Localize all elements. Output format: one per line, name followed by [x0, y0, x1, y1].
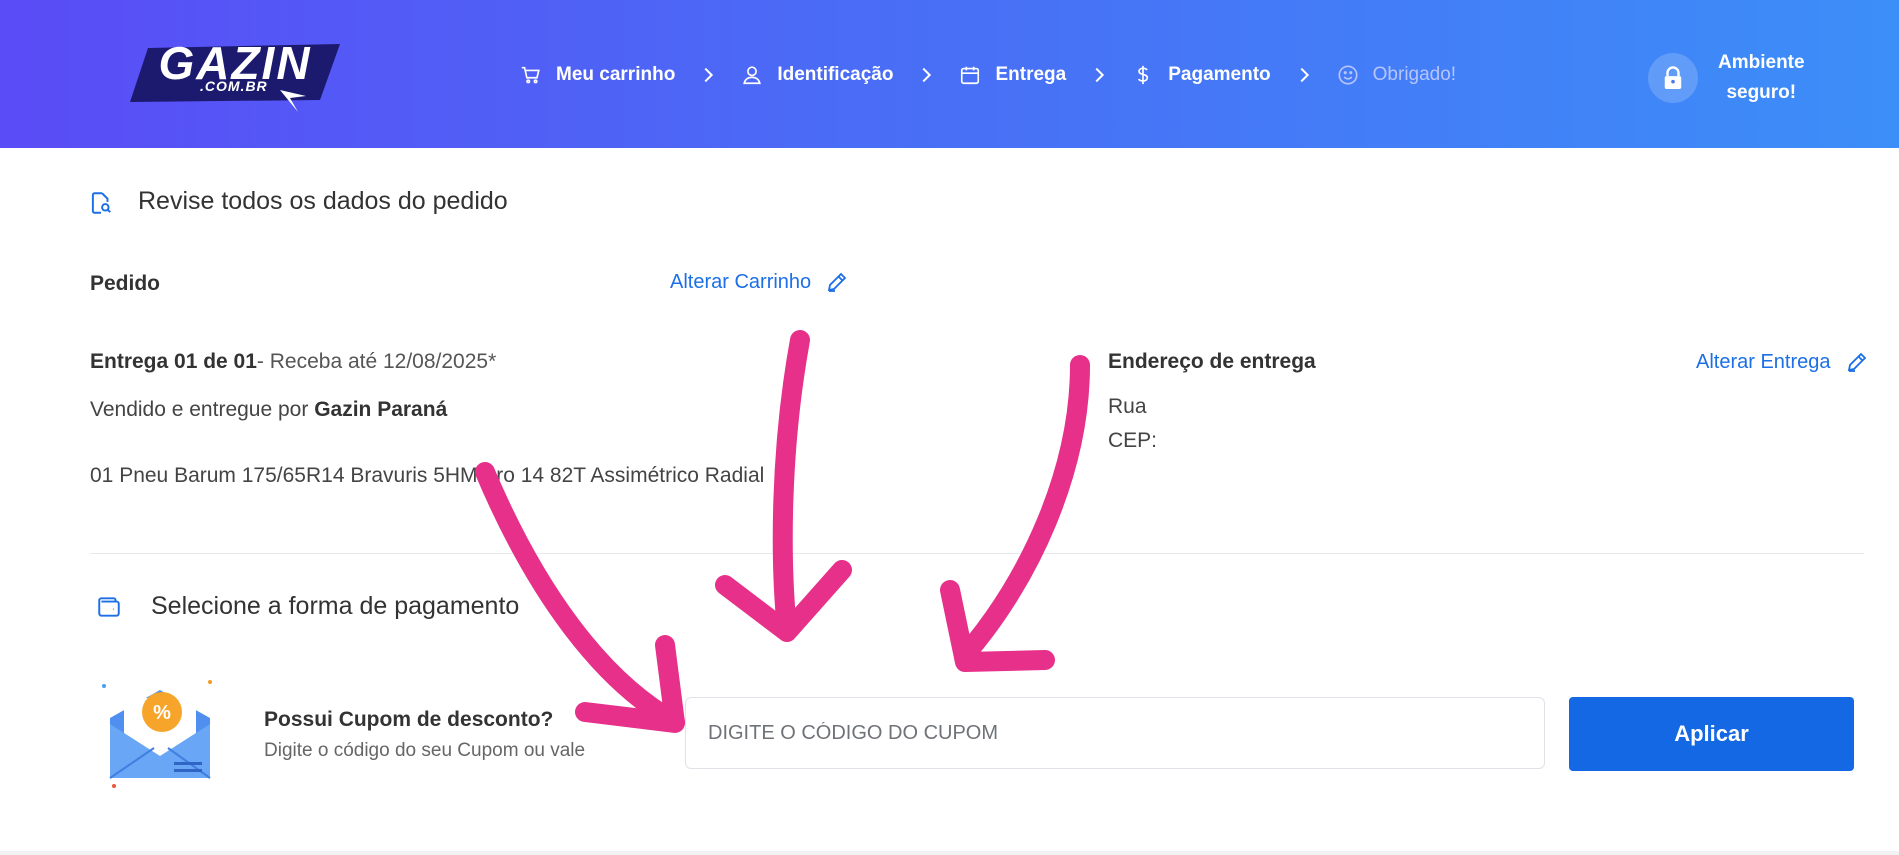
coupon-envelope-icon: % — [102, 680, 212, 788]
calendar-icon — [961, 66, 980, 85]
cart-icon — [521, 66, 540, 84]
logo-subtext: .COM.BR — [200, 78, 268, 94]
order-label: Pedido — [90, 272, 161, 295]
step-cart-label: Meu carrinho — [556, 64, 676, 85]
change-cart-label: Alterar Carrinho — [670, 270, 812, 293]
address-street: Rua — [1108, 395, 1147, 418]
step-delivery[interactable]: Entrega — [959, 64, 1066, 86]
secure-line-2: seguro! — [1726, 82, 1797, 103]
bottom-border — [0, 851, 1899, 855]
arrow-1 — [772, 330, 810, 640]
delivery-info: Entrega 01 de 01- Receba até 12/08/2025* — [90, 350, 496, 374]
arrow-2 — [955, 355, 1090, 665]
wallet-icon — [98, 597, 120, 617]
chevron-right-icon — [923, 67, 932, 83]
coupon-code-input[interactable] — [685, 697, 1545, 769]
chevron-right-icon — [704, 67, 714, 83]
chevron-right-icon — [1300, 67, 1309, 83]
coupon-title: Possui Cupom de desconto? — [264, 708, 554, 731]
delivery-label: Entrega 01 de 01 — [90, 350, 257, 373]
lock-badge — [1648, 53, 1698, 103]
address-label: Endereço de entrega — [1108, 350, 1316, 373]
delivery-date: - Receba até 12/08/2025* — [256, 350, 497, 373]
step-delivery-label: Entrega — [995, 64, 1067, 85]
document-search-icon — [91, 192, 111, 214]
change-cart-link[interactable]: Alterar Carrinho — [670, 270, 849, 294]
sold-by-name: Gazin Paraná — [314, 398, 448, 421]
change-delivery-label: Alterar Entrega — [1696, 350, 1831, 373]
lock-icon — [1664, 66, 1682, 89]
secure-label: Ambiente seguro! — [1718, 48, 1805, 108]
address-cep: CEP: — [1108, 429, 1158, 452]
step-identification[interactable]: Identificação — [741, 64, 893, 86]
secure-line-1: Ambiente — [1718, 52, 1805, 73]
pencil-icon — [1847, 352, 1866, 372]
step-identification-label: Identificação — [777, 64, 894, 85]
apply-coupon-button[interactable]: Aplicar — [1569, 697, 1854, 771]
checkout-header: GAZIN .COM.BR Meu carrinho Identificação… — [0, 0, 1899, 148]
review-title: Revise todos os dados do pedido — [138, 187, 508, 215]
svg-text:%: % — [153, 702, 171, 724]
pencil-icon — [828, 272, 847, 292]
payment-title: Selecione a forma de pagamento — [151, 592, 520, 620]
arrow-3-head — [575, 635, 685, 733]
step-cart[interactable]: Meu carrinho — [520, 64, 675, 86]
gazin-logo[interactable]: GAZIN .COM.BR — [130, 40, 340, 120]
dollar-icon — [1138, 65, 1149, 85]
secure-environment: Ambiente seguro! — [1648, 48, 1805, 108]
step-payment[interactable]: Pagamento — [1132, 64, 1271, 86]
sold-by: Vendido e entregue por Gazin Paraná — [90, 398, 447, 422]
smile-icon — [1338, 65, 1358, 85]
checkout-steps: Meu carrinho Identificação Entrega Pagam… — [520, 60, 1456, 90]
user-icon — [743, 66, 762, 85]
step-thanks: Obrigado! — [1337, 64, 1456, 86]
sold-by-prefix: Vendido e entregue por — [90, 398, 315, 421]
chevron-right-icon — [1095, 67, 1105, 83]
arrow-1-head — [715, 560, 852, 642]
product-line: 01 Pneu Barum 175/65R14 Bravuris 5HM Aro… — [90, 464, 765, 487]
step-payment-label: Pagamento — [1168, 64, 1271, 85]
step-thanks-label: Obrigado! — [1372, 64, 1457, 85]
coupon-subtitle: Digite o código do seu Cupom ou vale — [264, 740, 586, 761]
arrow-2-head — [940, 580, 1055, 672]
section-divider — [90, 553, 1864, 554]
change-delivery-link[interactable]: Alterar Entrega — [1696, 350, 1869, 374]
